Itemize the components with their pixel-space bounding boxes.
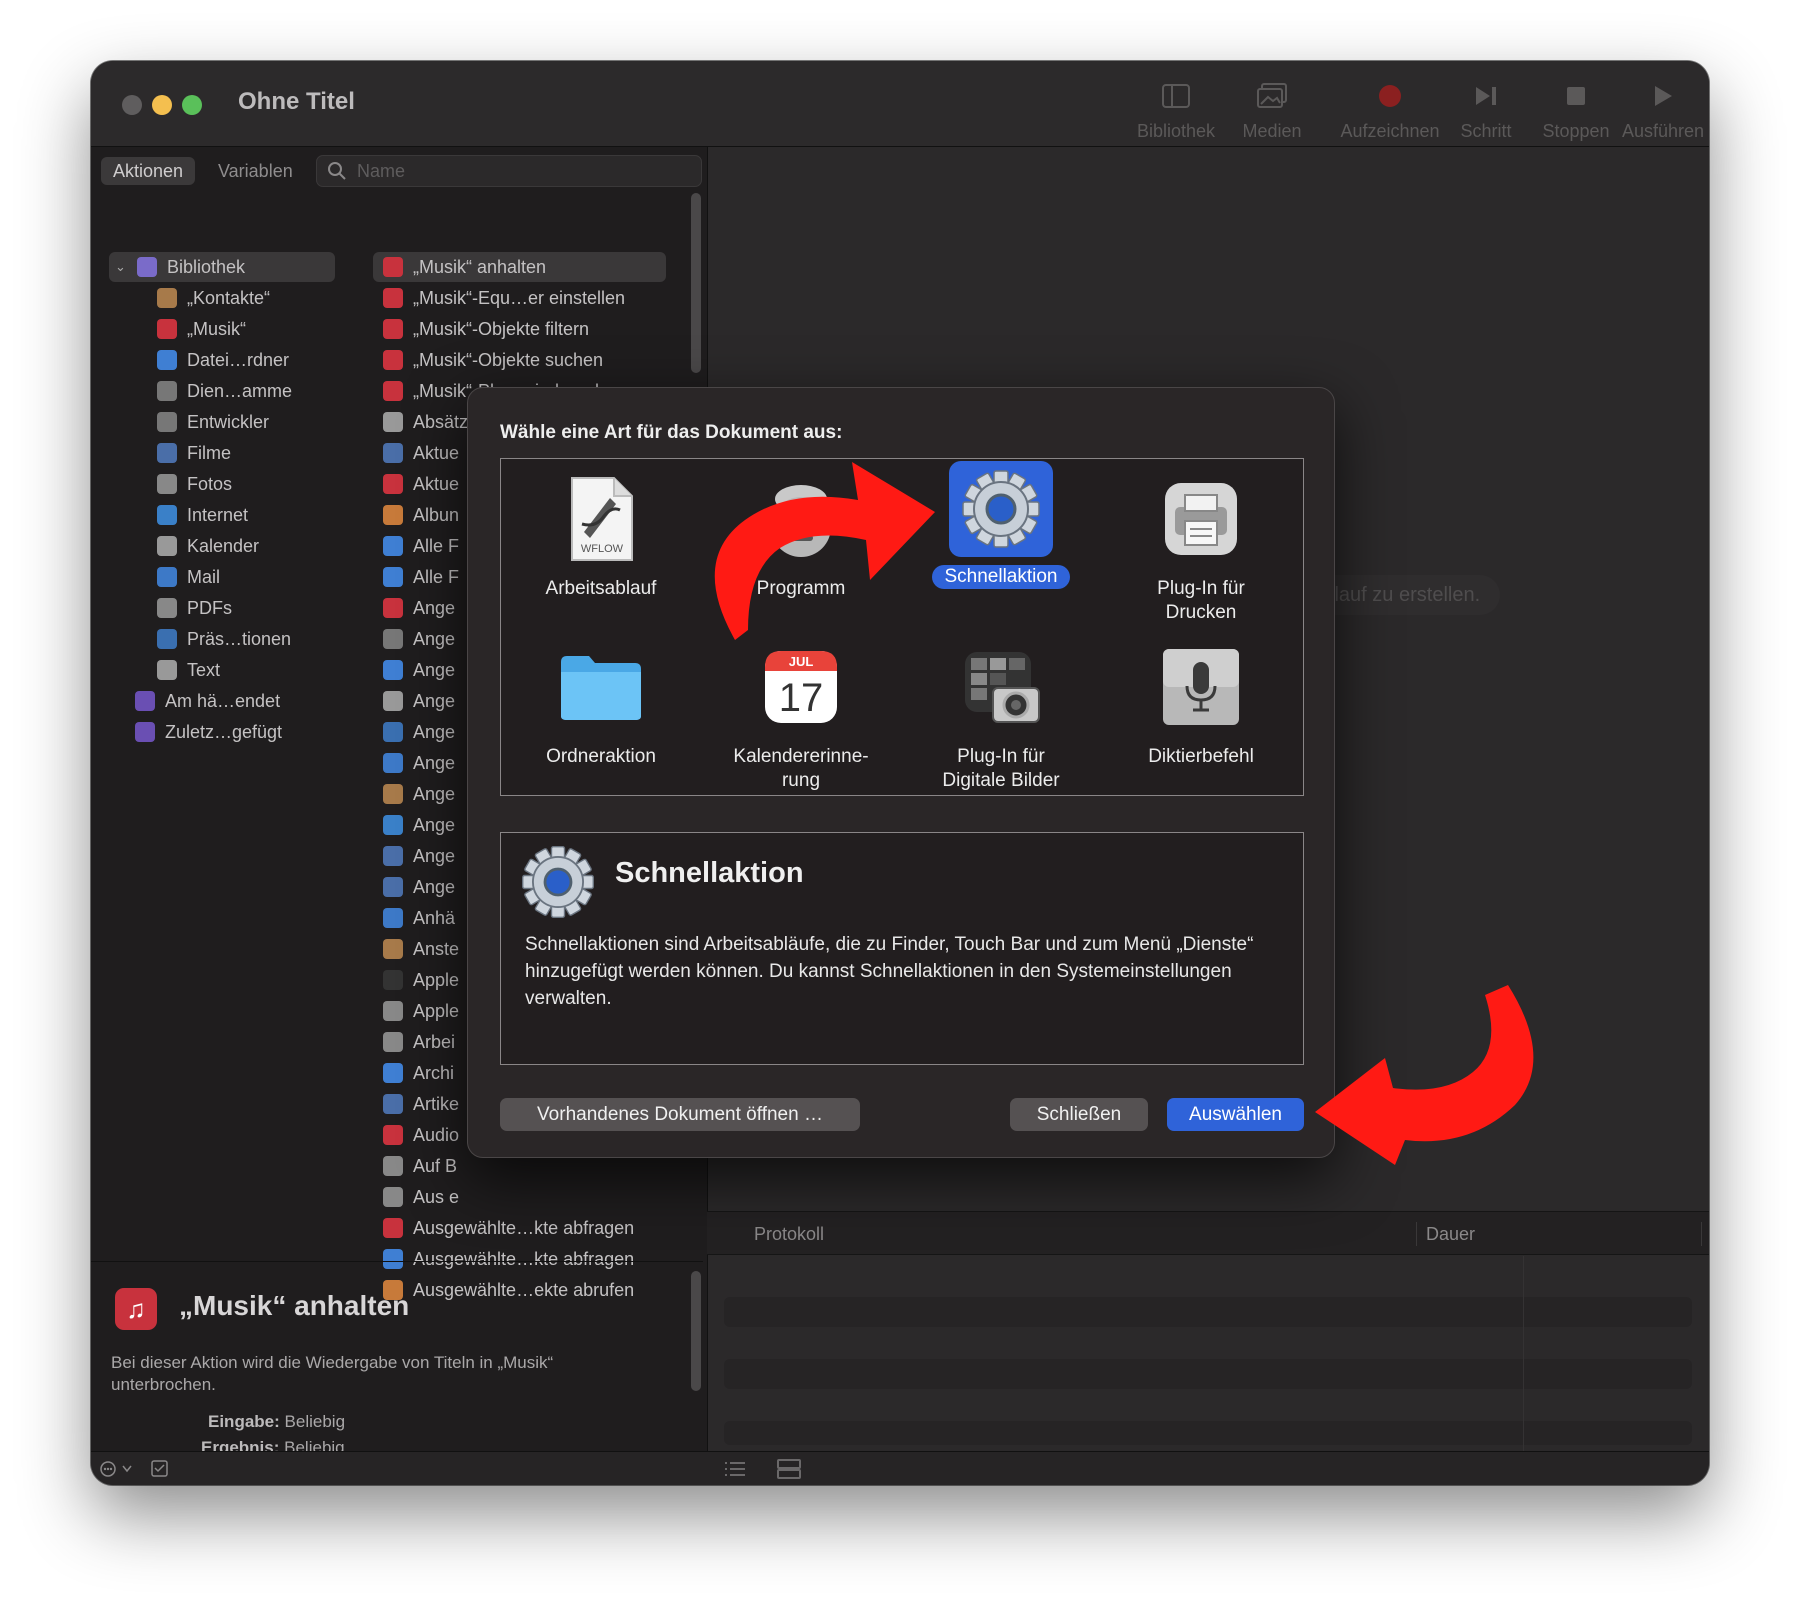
annotation-overlay <box>714 462 1534 1165</box>
annotation-arrow-icon <box>1315 985 1534 1165</box>
annotation-arrow-icon <box>714 462 935 640</box>
